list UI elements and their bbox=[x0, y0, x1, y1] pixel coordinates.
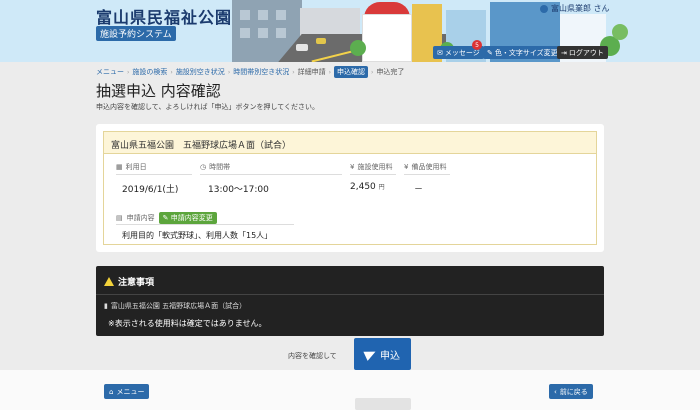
car-illustration bbox=[316, 38, 326, 44]
detail-label: 申請内容 bbox=[126, 214, 155, 222]
notice-panel: 注意事項 ▮ 富山県五福公園 五福野球広場Ａ面（試合） ※表示される使用料は確定… bbox=[96, 266, 604, 336]
breadcrumb-facility-availability[interactable]: 施設別空き状況 bbox=[176, 67, 225, 77]
usage-date: 2019/6/1(土) bbox=[122, 185, 179, 195]
equipment-fee: － bbox=[414, 185, 424, 195]
user-icon bbox=[540, 4, 548, 13]
pen-icon: ✎ bbox=[487, 48, 493, 57]
logout-icon: ⇥ bbox=[561, 48, 567, 57]
date-column: ▦ 利用日 2019/6/1(土) bbox=[116, 162, 192, 195]
chevron-left-icon: ‹ bbox=[554, 387, 557, 396]
breadcrumb: メニュー › 施設の検索 › 施設別空き状況 › 時間帯別空き状況 › 詳細申請… bbox=[96, 66, 405, 78]
breadcrumb-confirm: 申込確認 bbox=[334, 66, 369, 78]
document-icon: ▮ bbox=[104, 302, 108, 310]
submit-button[interactable]: 申込 bbox=[354, 338, 411, 370]
confirm-prompt: 内容を確認して bbox=[288, 352, 337, 360]
ghost-submit-button bbox=[355, 398, 411, 410]
document-icon: ▤ bbox=[116, 214, 123, 222]
message-icon: ✉ bbox=[437, 48, 443, 57]
breadcrumb-complete: 申込完了 bbox=[376, 68, 405, 76]
time-column: ◷ 時間帯 13:00～17:00 bbox=[200, 162, 342, 195]
detail-row: ▤ 申請内容 ✎ 申請内容変更 bbox=[116, 212, 217, 224]
site-title: 富山県民福祉公園 bbox=[96, 8, 233, 27]
clock-icon: ◷ bbox=[200, 163, 207, 171]
logout-button[interactable]: ⇥ ログアウト bbox=[557, 46, 608, 59]
tree-illustration bbox=[612, 24, 628, 40]
site-subtitle: 施設予約システム bbox=[96, 26, 176, 41]
breadcrumb-menu[interactable]: メニュー bbox=[96, 67, 124, 77]
time-slot: 13:00～17:00 bbox=[208, 185, 269, 195]
message-count-badge: 5 bbox=[472, 40, 482, 50]
breadcrumb-detail: 詳細申請 bbox=[297, 68, 326, 76]
font-size-button[interactable]: ✎ 色・文字サイズ変更 bbox=[483, 46, 562, 59]
menu-button[interactable]: ⌂ メニュー bbox=[104, 384, 150, 399]
equipment-column: ¥ 備品使用料 － bbox=[404, 162, 450, 195]
edit-detail-button[interactable]: ✎ 申請内容変更 bbox=[158, 212, 217, 224]
facility-name: 富山県五福公園 五福野球広場Ａ面（試合） bbox=[104, 132, 596, 154]
facility-fee: 2,450 bbox=[350, 182, 376, 192]
yen-icon: ¥ bbox=[404, 163, 409, 171]
user-name: 富山県業郎 さん bbox=[551, 4, 610, 13]
send-icon bbox=[363, 347, 378, 361]
calendar-icon: ▦ bbox=[116, 163, 123, 171]
notice-message: ※表示される使用料は確定ではありません。 bbox=[108, 319, 267, 328]
breadcrumb-search[interactable]: 施設の検索 bbox=[132, 67, 167, 77]
page-description: 申込内容を確認して、よろしければ「申込」ボタンを押してください。 bbox=[96, 103, 320, 111]
fee-unit: 円 bbox=[378, 184, 385, 191]
warning-icon bbox=[104, 277, 114, 286]
breadcrumb-time-availability[interactable]: 時間帯別空き状況 bbox=[233, 67, 289, 77]
user-info[interactable]: 富山県業郎 さん bbox=[540, 3, 610, 14]
notice-title: 注意事項 bbox=[118, 278, 155, 288]
reservation-card: 富山県五福公園 五福野球広場Ａ面（試合） ▦ 利用日 2019/6/1(土) ◷ 時… bbox=[96, 124, 604, 252]
tree-illustration bbox=[350, 40, 366, 56]
car-illustration bbox=[296, 44, 308, 51]
home-icon: ⌂ bbox=[109, 387, 114, 396]
fee-column: ¥ 施設使用料 2,450 円 bbox=[350, 162, 396, 192]
yen-icon: ¥ bbox=[350, 163, 355, 171]
back-button[interactable]: ‹ 前に戻る bbox=[549, 384, 593, 399]
building-illustration bbox=[362, 14, 412, 62]
notice-facility: 富山県五福公園 五福野球広場Ａ面（試合） bbox=[110, 302, 247, 310]
detail-content: 利用目的「軟式野球」、利用人数「15人」 bbox=[122, 231, 273, 240]
page-title: 抽選申込 内容確認 bbox=[96, 82, 221, 100]
